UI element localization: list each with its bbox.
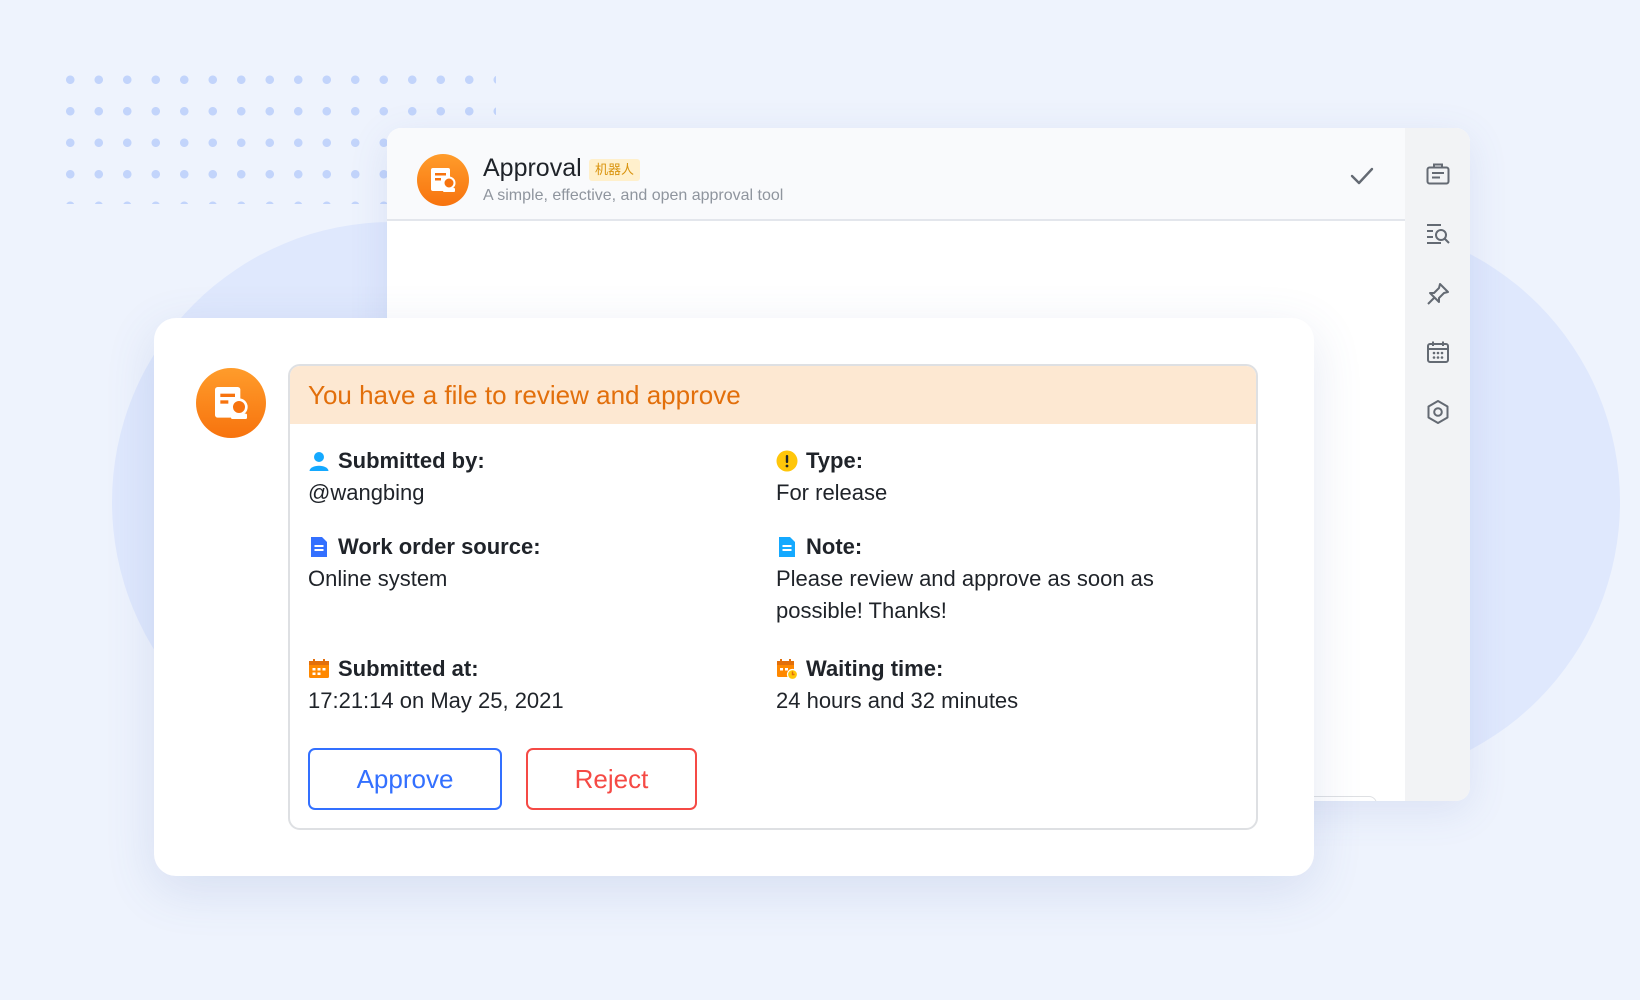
settings-icon[interactable]: [1424, 398, 1452, 426]
type-label: Type:: [806, 448, 864, 473]
work-order-source-label: Work order source:: [338, 534, 541, 559]
approval-message: You have a file to review and approve Su…: [288, 364, 1258, 830]
briefcase-icon[interactable]: [1424, 160, 1452, 188]
waiting-time-label: Waiting time:: [806, 656, 944, 681]
field-work-order-source: Work order source: Online system: [308, 532, 748, 595]
robot-badge: 机器人: [589, 159, 641, 181]
field-note: Note: Please review and approve as soon …: [776, 532, 1216, 627]
document-icon: [308, 536, 330, 558]
calendar-icon: [308, 658, 330, 680]
user-icon: [308, 450, 330, 472]
calendar-icon[interactable]: [1424, 338, 1452, 366]
field-type: Type: For release: [776, 446, 1216, 509]
approval-document-icon: [431, 168, 456, 192]
submitted-by-label: Submitted by:: [338, 448, 485, 473]
submitted-by-value: @wangbing: [308, 480, 425, 505]
submitted-at-value: 17:21:14 on May 25, 2021: [308, 688, 564, 713]
app-name: Approval: [483, 154, 582, 182]
field-waiting-time: Waiting time: 24 hours and 32 minutes: [776, 654, 1216, 717]
warning-icon: [776, 450, 798, 472]
chat-header: Approval 机器人 A simple, effective, and op…: [387, 128, 1405, 221]
reject-button[interactable]: Reject: [526, 748, 697, 810]
check-icon[interactable]: [1349, 163, 1375, 189]
submitted-at-label: Submitted at:: [338, 656, 479, 681]
approval-document-icon: [215, 387, 248, 419]
search-list-icon[interactable]: [1424, 220, 1452, 248]
type-value: For release: [776, 480, 888, 505]
pin-icon[interactable]: [1424, 280, 1452, 308]
message-header: You have a file to review and approve: [290, 366, 1256, 424]
work-order-source-value: Online system: [308, 566, 448, 591]
field-submitted-by: Submitted by: @wangbing: [308, 446, 748, 509]
approval-app-avatar[interactable]: [417, 154, 469, 206]
note-value: Please review and approve as soon as pos…: [776, 566, 1154, 623]
app-description: A simple, effective, and open approval t…: [483, 187, 784, 204]
chat-sidebar: [1405, 128, 1470, 801]
note-icon: [776, 536, 798, 558]
approve-button[interactable]: Approve: [308, 748, 502, 810]
field-submitted-at: Submitted at: 17:21:14 on May 25, 2021: [308, 654, 748, 717]
waiting-time-value: 24 hours and 32 minutes: [776, 688, 1019, 713]
approval-bot-avatar[interactable]: [196, 368, 266, 438]
calendar-clock-icon: [776, 658, 798, 680]
approval-card: You have a file to review and approve Su…: [154, 318, 1314, 876]
note-label: Note:: [806, 534, 863, 559]
